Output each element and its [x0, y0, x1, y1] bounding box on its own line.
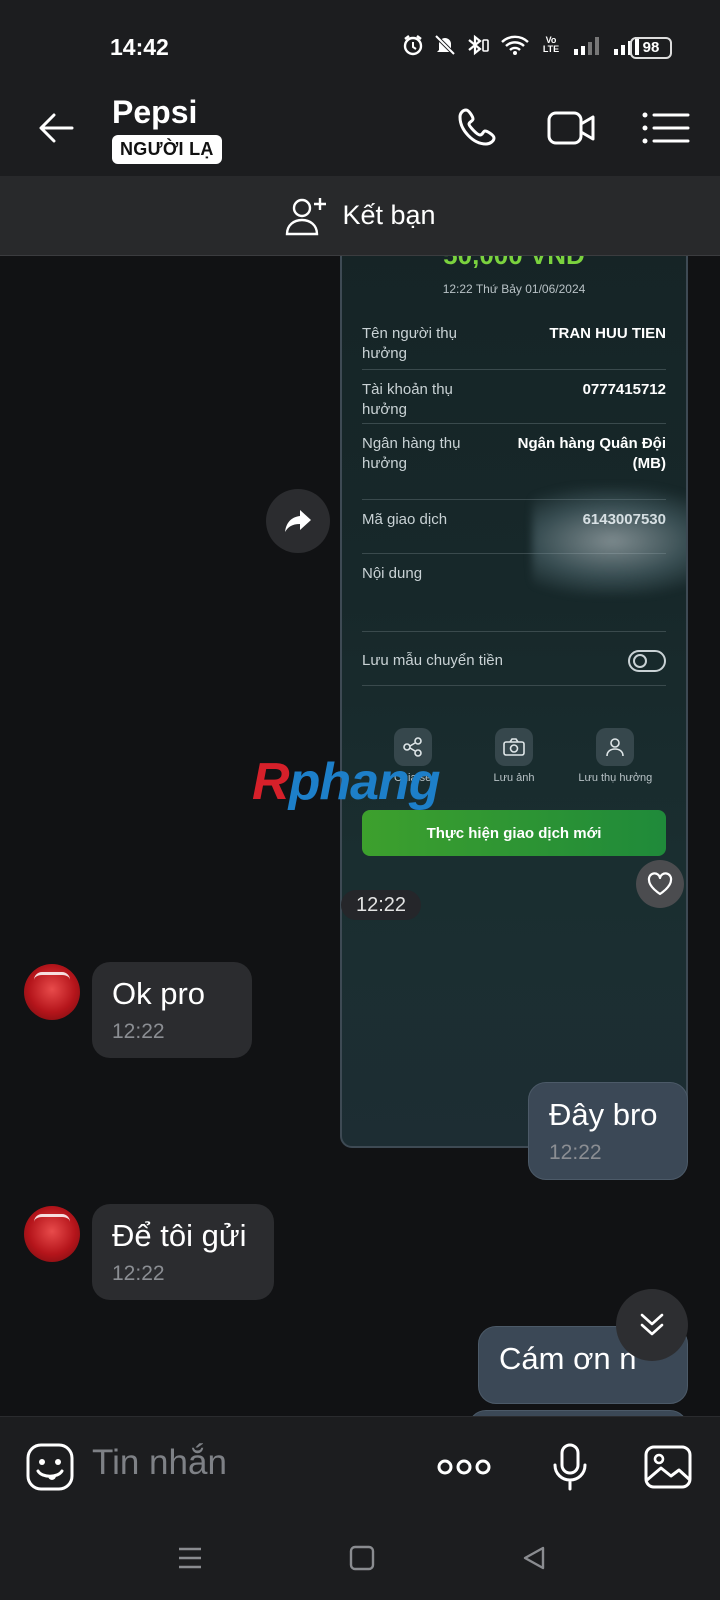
- contact-avatar[interactable]: [24, 964, 80, 1020]
- receipt-value: TRAN HUU TIEN: [549, 325, 666, 342]
- add-friend-bar[interactable]: Kết bạn: [0, 176, 720, 256]
- chat-header: Pepsi NGƯỜI LẠ: [0, 80, 720, 176]
- message-time: 12:22: [549, 1141, 602, 1164]
- receipt-label: Lưu mẫu chuyển tiền: [362, 651, 503, 669]
- video-call-icon[interactable]: [546, 104, 598, 152]
- receipt-datetime: 12:22 Thứ Bảy 01/06/2024: [442, 282, 586, 296]
- receipt-label: Nội dung: [362, 565, 423, 582]
- stranger-badge: NGƯỜI LẠ: [112, 135, 222, 164]
- message-input-bar: [0, 1416, 720, 1516]
- forward-share-button[interactable]: [266, 489, 330, 553]
- user-icon: [596, 728, 635, 766]
- forward-arrow-icon: [285, 510, 311, 532]
- receipt-action-label: Lưu ảnh: [493, 772, 535, 784]
- image-timestamp: 12:22: [341, 890, 421, 920]
- nav-recents-button[interactable]: [174, 1542, 206, 1574]
- heart-icon: [647, 872, 673, 896]
- image-gallery-icon: [644, 1445, 692, 1489]
- wifi-icon: [501, 35, 529, 55]
- new-transaction-button[interactable]: Thực hiện giao dịch mới: [362, 810, 666, 856]
- message-text: Ok pro: [112, 976, 206, 1011]
- receipt-label: Tài khoản thụ hưởng: [362, 381, 453, 418]
- gallery-button[interactable]: [640, 1439, 696, 1495]
- recents-menu-icon: [179, 1547, 201, 1569]
- network-label: Vo LTE: [542, 35, 560, 54]
- receipt-amount: 50,000 VND: [342, 256, 686, 271]
- receipt-action-label: Lưu thụ hưởng: [578, 772, 653, 784]
- receipt-action-save-beneficiary[interactable]: Lưu thụ hưởng: [565, 728, 665, 784]
- status-bar: 14:42 Vo LTE 98: [0, 0, 720, 80]
- signal-icon-1: [574, 37, 599, 55]
- nav-home-button[interactable]: [346, 1542, 378, 1574]
- sticker-face-icon: [26, 1443, 74, 1491]
- menu-list-icon[interactable]: [640, 104, 692, 152]
- message-text: Đây bro: [549, 1097, 658, 1132]
- contact-avatar[interactable]: [24, 1206, 80, 1262]
- receipt-row-beneficiary: Tên người thụ hưởng TRAN HUU TIEN: [362, 324, 666, 370]
- bank-receipt-image[interactable]: 50,000 VND 12:22 Thứ Bảy 01/06/2024 Tên …: [340, 256, 688, 1148]
- double-chevron-down-icon: [640, 1313, 664, 1336]
- camera-icon: [494, 728, 533, 766]
- receipt-label: Mã giao dịch: [362, 511, 448, 528]
- react-heart-button[interactable]: [636, 860, 684, 908]
- receipt-action-save-image[interactable]: Lưu ảnh: [464, 728, 564, 784]
- receipt-label: Tên người thụ hưởng: [362, 325, 457, 362]
- status-icons: Vo LTE: [402, 34, 642, 56]
- back-triangle-icon: [523, 1546, 545, 1570]
- battery-indicator: 98: [630, 37, 672, 59]
- more-dots-icon: [437, 1459, 491, 1475]
- bluetooth-icon: [468, 34, 489, 56]
- system-nav-bar: [0, 1516, 720, 1600]
- watermark-logo: Rphang: [252, 753, 441, 811]
- message-bubble-incoming[interactable]: Để tôi gửi 12:22: [92, 1204, 274, 1300]
- chat-area[interactable]: 50,000 VND 12:22 Thứ Bảy 01/06/2024 Tên …: [0, 256, 720, 1416]
- save-template-toggle[interactable]: [628, 649, 666, 672]
- emoji-button[interactable]: [22, 1439, 78, 1495]
- status-time: 14:42: [110, 34, 169, 60]
- receipt-row-save-template: Lưu mẫu chuyển tiền: [362, 636, 666, 686]
- receipt-value: Ngân hàng Quân Đội (MB): [517, 435, 666, 472]
- more-options-button[interactable]: [434, 1439, 494, 1495]
- receipt-value: 0777415712: [582, 381, 666, 398]
- home-square-icon: [349, 1545, 375, 1571]
- message-text: Để tôi gửi: [112, 1218, 247, 1253]
- message-time: 12:22: [112, 1262, 165, 1285]
- back-arrow-icon[interactable]: [34, 106, 78, 150]
- receipt-row-account: Tài khoản thụ hưởng 0777415712: [362, 376, 666, 424]
- receipt-label: Ngân hàng thụ hưởng: [362, 435, 461, 472]
- contact-name[interactable]: Pepsi: [112, 94, 197, 131]
- phone-call-icon[interactable]: [454, 104, 506, 152]
- message-bubble-outgoing[interactable]: Đây bro 12:22: [528, 1082, 688, 1180]
- microphone-icon: [553, 1443, 587, 1491]
- message-input[interactable]: [92, 1443, 412, 1483]
- add-friend-label: Kết bạn: [342, 200, 436, 230]
- message-time: 12:22: [112, 1020, 165, 1043]
- nav-back-button[interactable]: [518, 1542, 550, 1574]
- alarm-icon: [403, 35, 423, 56]
- add-friend-icon: [286, 197, 327, 235]
- message-bubble-incoming[interactable]: Ok pro 12:22: [92, 962, 252, 1058]
- voice-record-button[interactable]: [542, 1439, 598, 1495]
- mute-bell-icon: [434, 34, 456, 56]
- redacted-smudge: [532, 486, 686, 596]
- scroll-to-bottom-button[interactable]: [616, 1289, 688, 1361]
